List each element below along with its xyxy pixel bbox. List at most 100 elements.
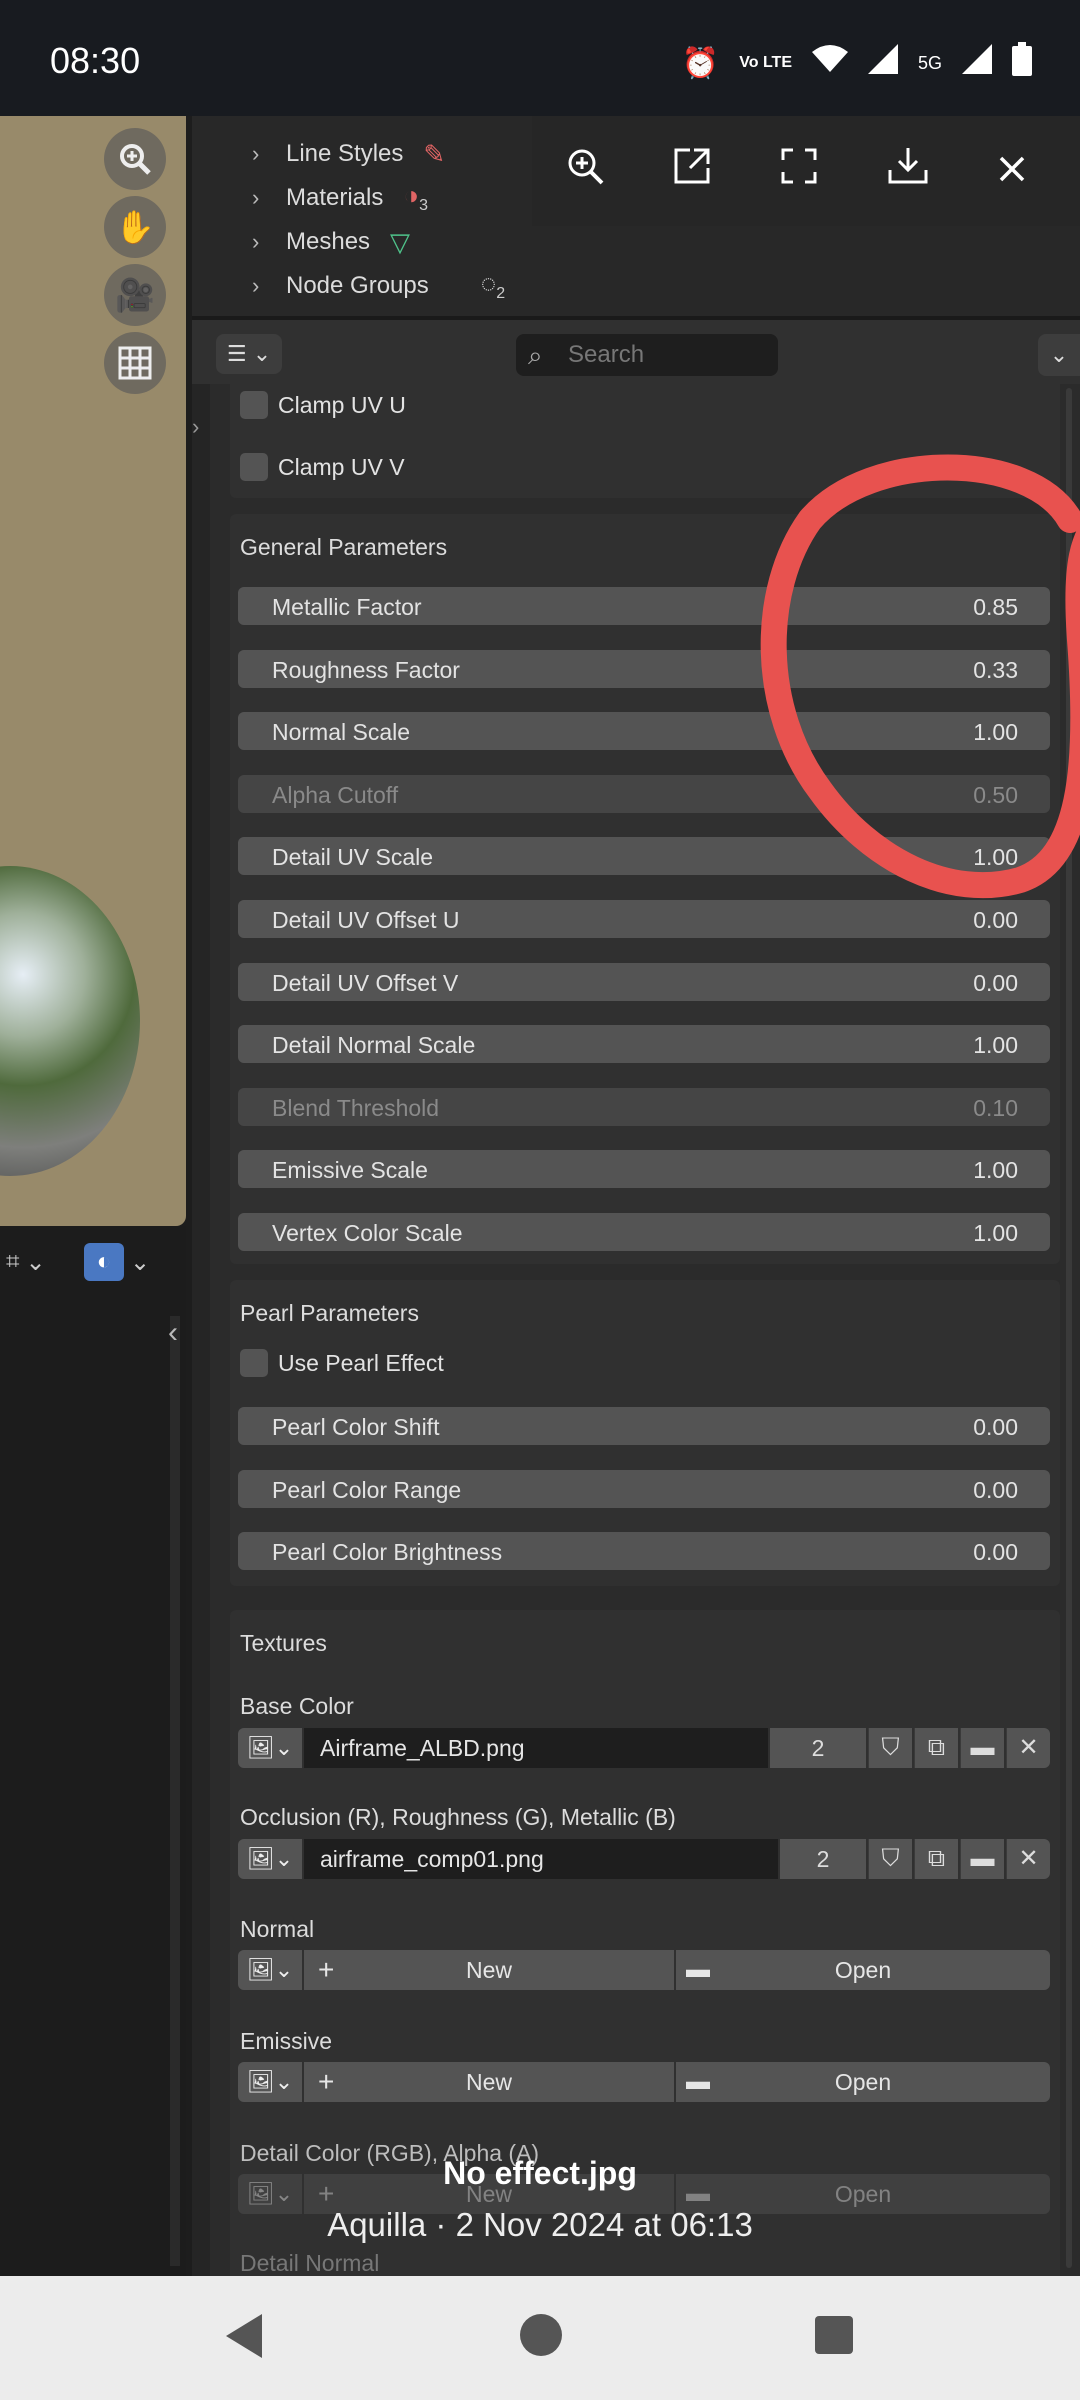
chevron-right-icon[interactable]: › <box>252 273 286 299</box>
volte-icon: Vo LTE <box>739 54 792 71</box>
unlink-close-icon[interactable]: ✕ <box>1006 1728 1050 1768</box>
open-image-button[interactable]: ▬ Open <box>676 1950 1050 1990</box>
status-icons: ⏰ Vo LTE 5G <box>682 42 1032 84</box>
texture-user-count[interactable]: 2 <box>780 1839 866 1879</box>
status-time: 08:30 <box>50 40 141 81</box>
back-icon[interactable] <box>226 2314 262 2358</box>
use-pearl-effect-checkbox[interactable]: Use Pearl Effect <box>240 1344 444 1382</box>
close-icon[interactable] <box>997 149 1027 194</box>
vertex-color-scale-field[interactable]: Vertex Color Scale 1.00 <box>238 1213 1050 1251</box>
new-image-button[interactable]: + New <box>304 2062 674 2102</box>
texture-filename[interactable]: airframe_comp01.png <box>304 1839 778 1879</box>
field-value: 1.00 <box>973 719 1018 745</box>
properties-tabs-strip[interactable]: › <box>192 384 210 2276</box>
button-label: Open <box>834 1957 892 1983</box>
field-label: Detail UV Offset V <box>272 970 459 996</box>
general-parameters-panel: General Parameters Metallic Factor 0.85 … <box>230 514 1060 1264</box>
open-image-button[interactable]: ▬ Open <box>676 2062 1050 2102</box>
image-browse-icon[interactable]: 🖼⌄ <box>238 1728 302 1768</box>
outliner-row-meshes[interactable]: › Meshes ▽ <box>252 221 410 263</box>
field-label: Emissive Scale <box>272 1157 428 1183</box>
panel-divider[interactable] <box>170 1316 180 2266</box>
duplicate-icon[interactable]: ⧉ <box>914 1839 958 1879</box>
transform-selector[interactable]: ⌗ ⌄ <box>0 1241 52 1283</box>
pearl-color-brightness-field[interactable]: Pearl Color Brightness 0.00 <box>238 1532 1050 1570</box>
search-input[interactable]: ⌕ Search <box>516 334 778 376</box>
properties-panel[interactable]: › Clamp UV U Clamp UV V General Paramete… <box>192 384 1080 2276</box>
zoom-in-icon[interactable] <box>565 146 605 196</box>
field-value: 0.00 <box>973 1539 1018 1565</box>
image-browse-icon[interactable]: 🖼⌄ <box>238 1950 302 1990</box>
hand-icon[interactable]: ✋ <box>104 196 166 258</box>
outliner-row-line-styles[interactable]: › Line Styles ✎ <box>252 133 445 175</box>
detail-uv-offset-u-field[interactable]: Detail UV Offset U 0.00 <box>238 900 1050 938</box>
texture-user-count[interactable]: 2 <box>770 1728 866 1768</box>
checkbox-box[interactable] <box>240 453 268 481</box>
recents-icon[interactable] <box>815 2316 853 2354</box>
3d-viewport[interactable]: ✋ 🎥 <box>0 116 186 1226</box>
plus-icon: + <box>318 2066 335 2097</box>
zoom-icon[interactable] <box>104 128 166 190</box>
field-label: Normal Scale <box>272 719 411 745</box>
detail-uv-offset-v-field[interactable]: Detail UV Offset V 0.00 <box>238 963 1050 1001</box>
new-image-button[interactable]: + New <box>304 1950 674 1990</box>
fake-user-shield-icon[interactable]: ⛉ <box>868 1728 912 1768</box>
field-label: Vertex Color Scale <box>272 1220 463 1246</box>
pearl-parameters-panel: Pearl Parameters Use Pearl Effect Pearl … <box>230 1280 1060 1586</box>
detail-uv-scale-field[interactable]: Detail UV Scale 1.00 <box>238 837 1050 875</box>
expand-tabs-icon[interactable]: › <box>192 414 199 440</box>
texture-filename[interactable]: Airframe_ALBD.png <box>304 1728 768 1768</box>
normal-scale-field[interactable]: Normal Scale 1.00 <box>238 712 1050 750</box>
fullscreen-icon[interactable] <box>779 146 819 196</box>
fake-user-shield-icon[interactable]: ⛉ <box>868 1839 912 1879</box>
pearl-color-shift-field[interactable]: Pearl Color Shift 0.00 <box>238 1407 1050 1445</box>
unlink-close-icon[interactable]: ✕ <box>1006 1839 1050 1879</box>
chevron-right-icon[interactable]: › <box>252 185 286 211</box>
image-browse-icon[interactable]: 🖼⌄ <box>238 2062 302 2102</box>
editor-type-icon: ☰ <box>226 341 247 366</box>
download-icon[interactable] <box>886 146 930 196</box>
home-icon[interactable] <box>520 2314 562 2356</box>
shading-selector[interactable]: ◐ ⌄ <box>78 1241 156 1283</box>
button-label: New <box>465 1957 512 1983</box>
folder-icon[interactable]: ▬ <box>960 1839 1004 1879</box>
field-label: Detail Normal Scale <box>272 1032 476 1058</box>
grid-icon[interactable] <box>104 332 166 394</box>
emissive-scale-field[interactable]: Emissive Scale 1.00 <box>238 1150 1050 1188</box>
mesh-icon: ▽ <box>390 226 411 257</box>
outliner-row-materials[interactable]: › Materials ◑3 <box>252 177 428 219</box>
open-external-icon[interactable] <box>672 146 712 196</box>
detail-normal-label: Detail Normal <box>240 2250 380 2276</box>
signal-icon-2 <box>962 44 992 82</box>
field-label: Pearl Color Range <box>272 1477 462 1503</box>
checkbox-box[interactable] <box>240 391 268 419</box>
field-label: Roughness Factor <box>272 657 460 683</box>
outliner-row-node-groups[interactable]: › Node Groups ◌2 <box>252 265 505 307</box>
field-value: 1.00 <box>973 1157 1018 1183</box>
detail-normal-scale-field[interactable]: Detail Normal Scale 1.00 <box>238 1025 1050 1063</box>
normal-texture: 🖼⌄ + New ▬ Open <box>238 1950 1050 1990</box>
metallic-factor-field[interactable]: Metallic Factor 0.85 <box>238 587 1050 625</box>
emissive-label: Emissive <box>240 2028 333 2054</box>
field-value: 0.00 <box>973 1414 1018 1440</box>
camera-icon[interactable]: 🎥 <box>104 264 166 326</box>
chevron-right-icon[interactable]: › <box>252 229 286 255</box>
checkbox-label: Use Pearl Effect <box>278 1349 444 1376</box>
editor-type-selector[interactable]: ☰ ⌄ <box>216 334 282 374</box>
brush-icon: ✎ <box>423 138 446 169</box>
clamp-uv-v-checkbox[interactable]: Clamp UV V <box>240 448 405 486</box>
roughness-factor-field[interactable]: Roughness Factor 0.33 <box>238 650 1050 688</box>
field-label: Pearl Color Brightness <box>272 1539 503 1565</box>
chevron-right-icon[interactable]: › <box>252 141 286 167</box>
duplicate-icon[interactable]: ⧉ <box>914 1728 958 1768</box>
transform-icon: ⌗ <box>6 1248 20 1275</box>
pearl-color-range-field[interactable]: Pearl Color Range 0.00 <box>238 1470 1050 1508</box>
image-browse-icon[interactable]: 🖼⌄ <box>238 1839 302 1879</box>
clamp-uv-u-checkbox[interactable]: Clamp UV U <box>240 386 406 424</box>
outliner-row-label: Materials <box>286 184 384 211</box>
collapse-left-icon[interactable]: ‹ <box>168 1316 178 1350</box>
checkbox-box[interactable] <box>240 1349 268 1377</box>
chevron-down-icon[interactable]: ⌄ <box>1038 334 1080 376</box>
folder-icon[interactable]: ▬ <box>960 1728 1004 1768</box>
properties-scrollbar[interactable] <box>1066 388 1072 2268</box>
